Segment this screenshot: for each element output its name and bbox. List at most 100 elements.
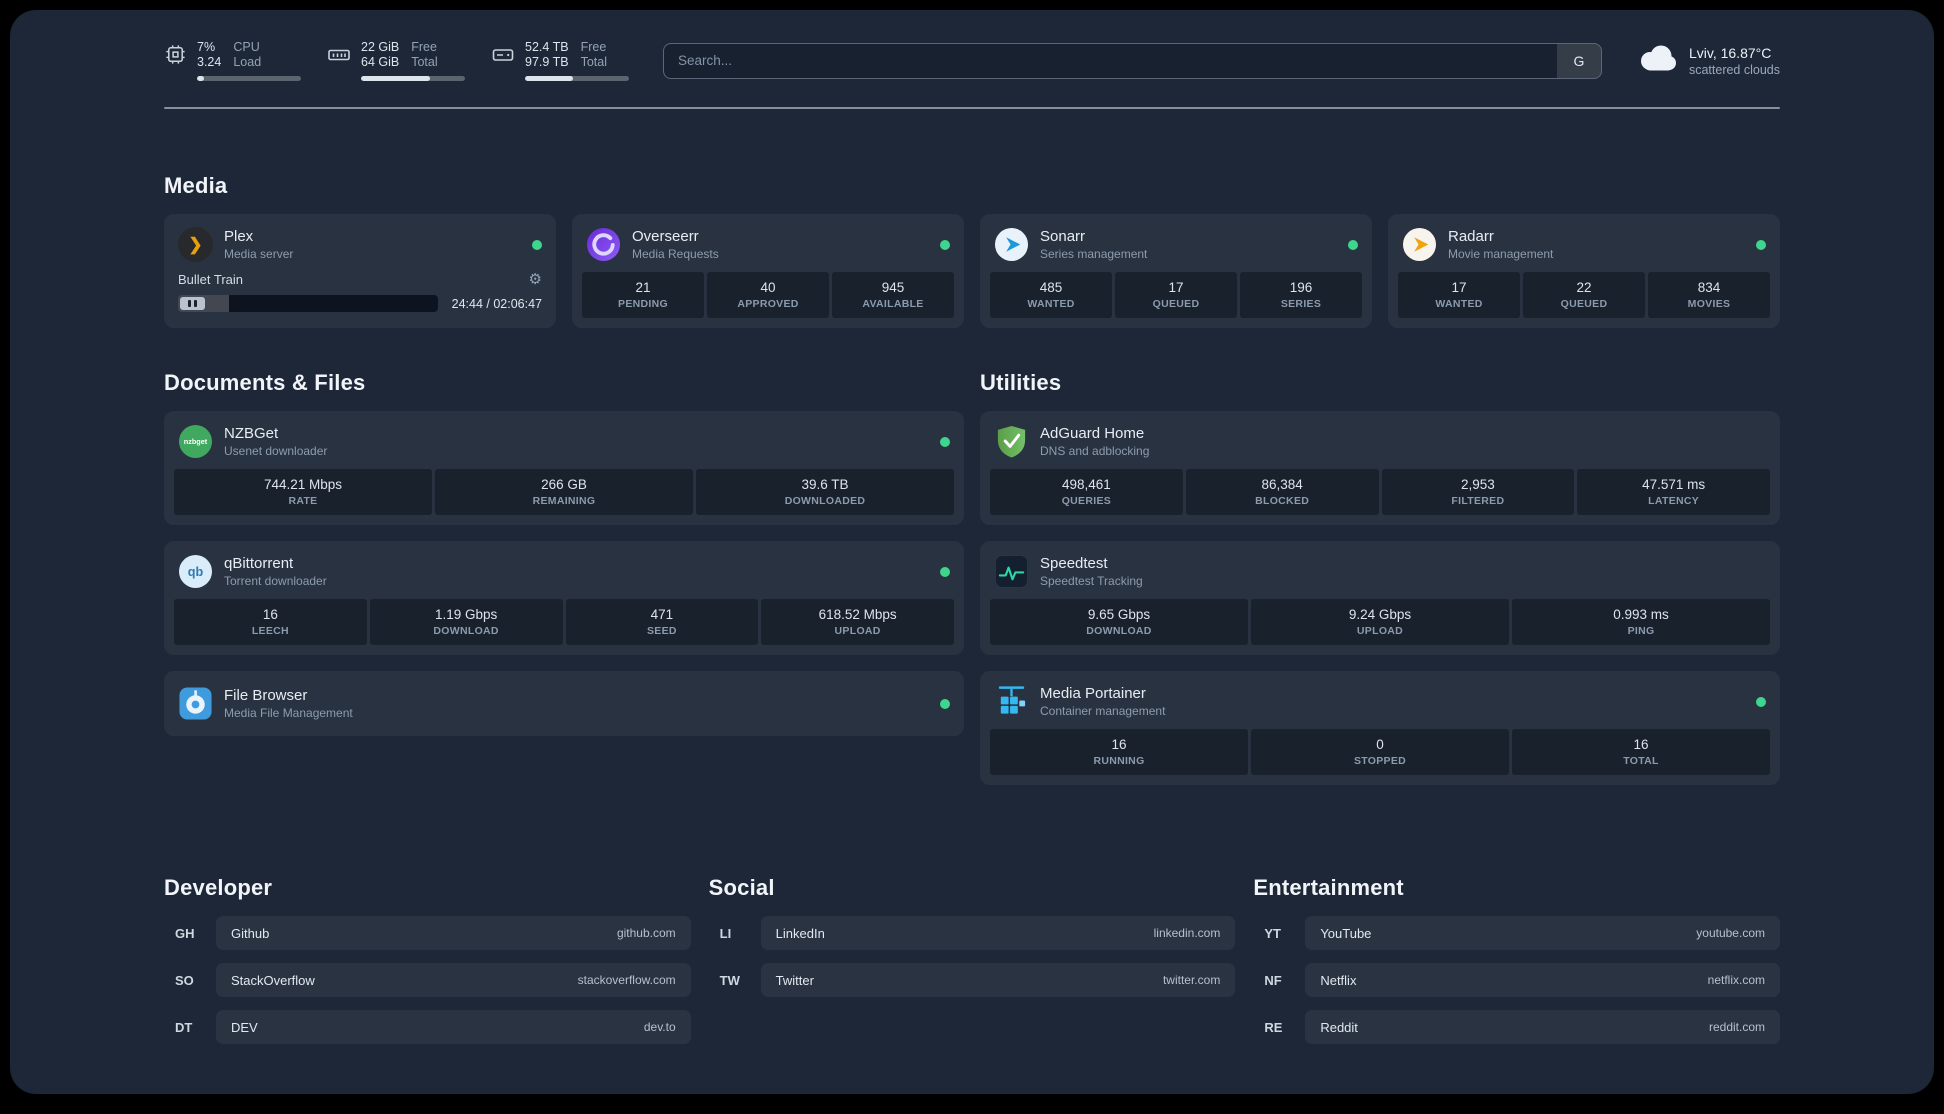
service-card-filebrowser[interactable]: File Browser Media File Management	[164, 671, 964, 736]
service-desc: Movie management	[1448, 247, 1554, 261]
stat-wanted: 17 WANTED	[1398, 272, 1520, 318]
stat-approved: 40 APPROVED	[707, 272, 829, 318]
portainer-icon	[994, 684, 1029, 719]
stat-upload: 9.24 Gbps UPLOAD	[1251, 599, 1509, 645]
stat-ping: 0.993 ms PING	[1512, 599, 1770, 645]
service-card-portainer[interactable]: Media Portainer Container management 16 …	[980, 671, 1780, 785]
disk-value-free: 52.4 TB	[525, 40, 569, 54]
stat-rate: 744.21 Mbps RATE	[174, 469, 432, 515]
stat-queued: 22 QUEUED	[1523, 272, 1645, 318]
service-name: AdGuard Home	[1040, 425, 1145, 442]
status-dot	[940, 239, 950, 250]
dashboard-window: 7% 3.24 CPU Load 22 GiB 64 GiB Free Tota…	[10, 10, 1934, 1094]
bookmark-name: LinkedIn	[775, 925, 825, 941]
weather-condition: scattered clouds	[1688, 62, 1780, 77]
memory-widget: 22 GiB 64 GiB Free Total	[327, 40, 465, 81]
bookmark-name: Github	[231, 925, 270, 941]
stat-running: 16 RUNNING	[990, 729, 1248, 775]
cpu-label-2: Load	[233, 55, 262, 69]
service-desc: Torrent downloader	[224, 574, 327, 588]
service-card-qbittorrent[interactable]: qb qBittorrent Torrent downloader 16 LEE…	[164, 541, 964, 655]
disk-value-total: 97.9 TB	[525, 55, 569, 69]
bookmark-abbr: NF	[1264, 972, 1282, 988]
bookmark-url: reddit.com	[1708, 1020, 1765, 1034]
cloud-icon	[1636, 43, 1678, 78]
stat-blocked: 86,384 BLOCKED	[1185, 469, 1379, 515]
search-input[interactable]	[664, 43, 1557, 78]
stat-download: 1.19 Gbps DOWNLOAD	[369, 599, 563, 645]
section-title-documents: Documents & Files	[164, 370, 366, 395]
stat-wanted: 485 WANTED	[990, 272, 1112, 318]
service-card-speedtest[interactable]: Speedtest Speedtest Tracking 9.65 Gbps D…	[980, 541, 1780, 655]
svg-text:qb: qb	[188, 565, 204, 579]
memory-label-1: Free	[411, 40, 437, 54]
weather-location: Lviv, 16.87°C	[1688, 44, 1772, 61]
cpu-widget: 7% 3.24 CPU Load	[164, 40, 301, 81]
service-desc: Media server	[224, 247, 294, 261]
playback-progress-bar[interactable]	[178, 295, 438, 312]
now-playing-title: Bullet Train	[178, 272, 244, 287]
plex-now-playing: Bullet Train ⚙ 24:44 / 02:06:47	[174, 272, 546, 314]
disk-icon	[491, 40, 515, 81]
stat-downloaded: 39.6 TB DOWNLOADED	[696, 469, 954, 515]
section-media: Media ❯ Plex Media server Bullet Train ⚙…	[164, 173, 1780, 328]
bookmark-url: dev.to	[643, 1020, 676, 1034]
search-provider-button[interactable]: G	[1556, 43, 1601, 78]
service-desc: DNS and adblocking	[1040, 444, 1150, 458]
bookmark-stackoverflow[interactable]: SO StackOverflow stackoverflow.com	[164, 963, 691, 997]
stat-filtered: 2,953 FILTERED	[1381, 469, 1575, 515]
service-card-radarr[interactable]: Radarr Movie management 17 WANTED 22 QUE…	[1388, 214, 1780, 328]
section-documents: Documents & Files nzbget NZBGet Usenet d	[164, 370, 964, 752]
bookmark-name: DEV	[231, 1019, 258, 1035]
bookmark-abbr: TW	[719, 972, 740, 988]
weather-widget[interactable]: Lviv, 16.87°C scattered clouds	[1636, 43, 1780, 78]
bookmark-linkedin[interactable]: LI LinkedIn linkedin.com	[709, 916, 1236, 950]
settings-gear-icon[interactable]: ⚙	[529, 272, 542, 287]
service-desc: Media File Management	[224, 706, 353, 720]
bookmark-youtube[interactable]: YT YouTube youtube.com	[1253, 916, 1780, 950]
adguard-icon	[994, 424, 1029, 459]
status-dot	[940, 698, 950, 709]
service-card-sonarr[interactable]: Sonarr Series management 485 WANTED 17 Q…	[980, 214, 1372, 328]
section-entertainment: Entertainment YT YouTube youtube.com NF …	[1253, 875, 1780, 1057]
stat-seed: 471 SEED	[565, 599, 759, 645]
section-title-entertainment: Entertainment	[1253, 875, 1404, 900]
service-card-overseerr[interactable]: Overseerr Media Requests 21 PENDING 40 A…	[572, 214, 964, 328]
bookmark-dev[interactable]: DT DEV dev.to	[164, 1010, 691, 1044]
memory-value-total: 64 GiB	[361, 55, 400, 69]
bookmark-reddit[interactable]: RE Reddit reddit.com	[1253, 1010, 1780, 1044]
memory-icon	[327, 40, 351, 81]
pause-button[interactable]	[180, 297, 205, 310]
svg-text:nzbget: nzbget	[184, 437, 208, 446]
section-title-media: Media	[164, 173, 228, 198]
bookmark-abbr: LI	[719, 925, 732, 941]
section-title-social: Social	[708, 875, 775, 900]
status-dot	[532, 239, 542, 250]
bookmark-github[interactable]: GH Github github.com	[164, 916, 691, 950]
service-name: File Browser	[224, 687, 308, 704]
playback-time: 24:44 / 02:06:47	[451, 296, 542, 311]
stat-queued: 17 QUEUED	[1115, 272, 1237, 318]
section-title-developer: Developer	[164, 875, 273, 900]
service-card-plex[interactable]: ❯ Plex Media server Bullet Train ⚙ 24:44…	[164, 214, 556, 328]
service-card-nzbget[interactable]: nzbget NZBGet Usenet downloader 744.21 M…	[164, 411, 964, 525]
service-card-adguard[interactable]: AdGuard Home DNS and adblocking 498,461 …	[980, 411, 1780, 525]
sonarr-icon	[994, 227, 1029, 262]
bookmark-url: linkedin.com	[1153, 926, 1221, 940]
disk-label-1: Free	[580, 40, 607, 54]
disk-progress-bar	[525, 76, 629, 81]
stat-remaining: 266 GB REMAINING	[435, 469, 693, 515]
stat-movies: 834 MOVIES	[1648, 272, 1770, 318]
bookmark-url: netflix.com	[1707, 973, 1765, 987]
stat-queries: 498,461 QUERIES	[990, 469, 1183, 515]
bookmark-netflix[interactable]: NF Netflix netflix.com	[1253, 963, 1780, 997]
bookmark-abbr: GH	[175, 925, 195, 941]
cpu-value-percent: 7%	[197, 40, 216, 54]
bookmark-twitter[interactable]: TW Twitter twitter.com	[709, 963, 1236, 997]
service-desc: Media Requests	[632, 247, 719, 261]
nzbget-icon: nzbget	[178, 424, 213, 459]
plex-icon: ❯	[178, 227, 213, 262]
service-name: Overseerr	[632, 228, 699, 245]
bookmark-name: StackOverflow	[231, 972, 315, 988]
service-name: Radarr	[1448, 228, 1494, 245]
